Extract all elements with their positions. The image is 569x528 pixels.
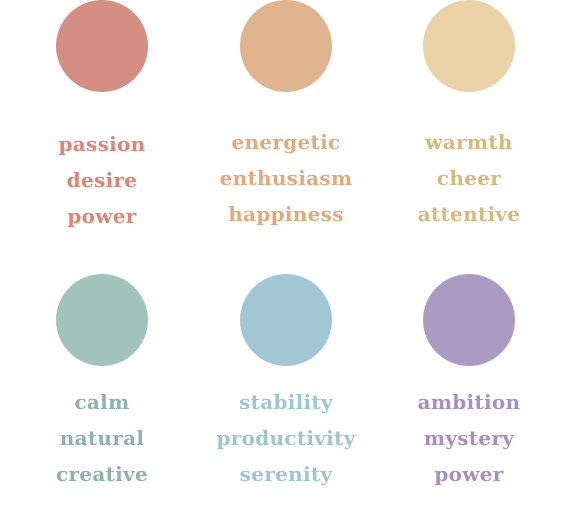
color-word: desire <box>66 168 138 192</box>
word-list: stability productivity serenity <box>194 384 378 492</box>
color-word: serenity <box>239 462 333 486</box>
color-word: power <box>67 204 137 228</box>
word-list: calm natural creative <box>10 384 194 492</box>
swatch-green: calm natural creative <box>10 274 194 492</box>
color-word: stability <box>239 390 333 414</box>
color-word: productivity <box>216 426 356 450</box>
swatch-red: passion desire power <box>10 0 194 234</box>
color-word: cheer <box>436 166 502 190</box>
color-circle <box>56 0 148 92</box>
color-word: enthusiasm <box>219 166 353 190</box>
swatch-blue: stability productivity serenity <box>194 274 378 492</box>
color-word: creative <box>56 462 148 486</box>
word-list: ambition mystery power <box>377 384 561 492</box>
color-circle <box>240 0 332 92</box>
color-word: warmth <box>425 130 513 154</box>
swatch-yellow: warmth cheer attentive <box>377 0 561 232</box>
color-circle <box>240 274 332 366</box>
color-word: attentive <box>417 202 521 226</box>
color-word: ambition <box>417 390 521 414</box>
word-list: warmth cheer attentive <box>377 124 561 232</box>
color-word: happiness <box>228 202 344 226</box>
word-list: energetic enthusiasm happiness <box>194 124 378 232</box>
swatch-orange: energetic enthusiasm happiness <box>194 0 378 232</box>
swatch-purple: ambition mystery power <box>377 274 561 492</box>
color-word: mystery <box>423 426 515 450</box>
color-circle <box>423 0 515 92</box>
color-circle <box>56 274 148 366</box>
color-word: natural <box>59 426 145 450</box>
word-list: passion desire power <box>10 126 194 234</box>
color-word: calm <box>74 390 130 414</box>
color-word: power <box>434 462 504 486</box>
color-word: passion <box>58 132 146 156</box>
color-circle <box>423 274 515 366</box>
color-word: energetic <box>231 130 341 154</box>
